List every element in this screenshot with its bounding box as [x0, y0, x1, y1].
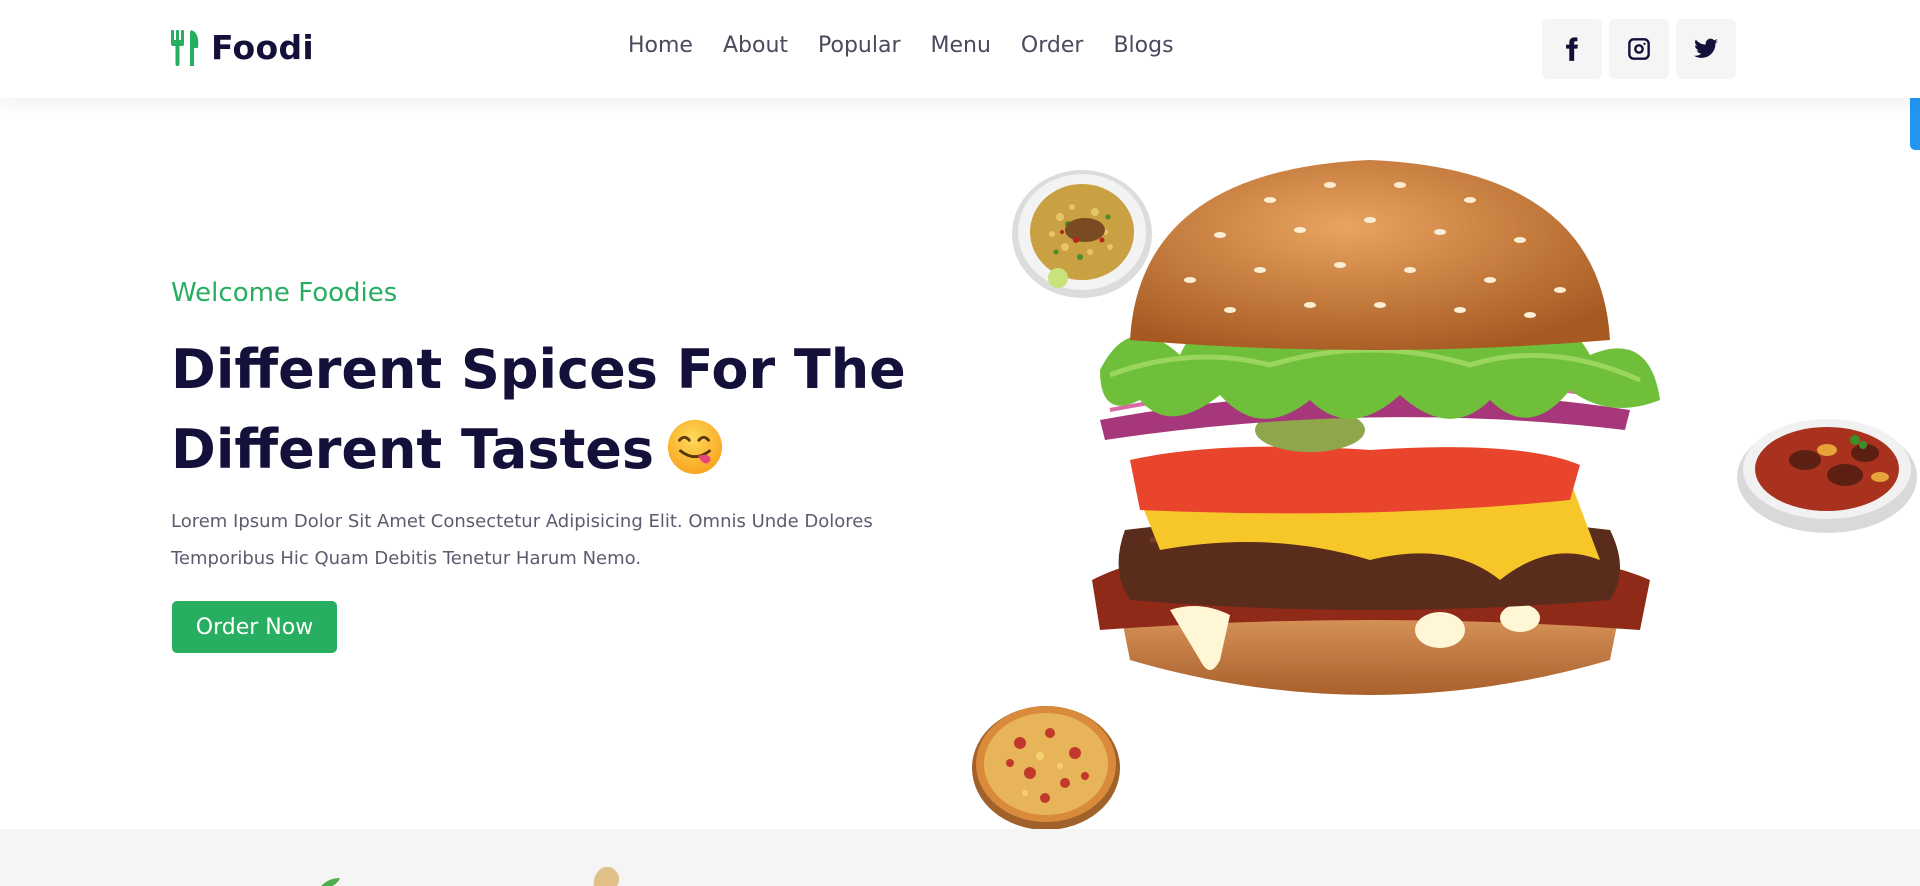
nav-menu[interactable]: Menu — [931, 33, 991, 58]
facebook-button[interactable] — [1542, 19, 1602, 79]
hero-headline: Different Spices For The Different Taste… — [171, 330, 971, 490]
nav-home[interactable]: Home — [628, 33, 693, 58]
twitter-icon — [1694, 38, 1718, 58]
twitter-button[interactable] — [1676, 19, 1736, 79]
site-header: Foodi Home About Popular Menu Order Blog… — [0, 0, 1920, 98]
face-savoring-food-emoji-icon — [667, 419, 723, 475]
drumstick-icon — [593, 866, 620, 886]
nav-popular[interactable]: Popular — [818, 33, 901, 58]
curry-bowl-image — [1737, 419, 1917, 533]
headline-line-2: Different Tastes — [171, 418, 655, 481]
order-now-button[interactable]: Order Now — [172, 601, 337, 653]
burger-image — [1092, 160, 1660, 695]
main-nav: Home About Popular Menu Order Blogs — [628, 33, 1174, 58]
instagram-icon — [1628, 38, 1650, 60]
leaf-icon — [321, 878, 340, 886]
next-section — [0, 829, 1920, 886]
nav-about[interactable]: About — [723, 33, 788, 58]
headline-line-1: Different Spices For The — [171, 338, 906, 401]
utensils-icon — [171, 29, 199, 66]
nav-blogs[interactable]: Blogs — [1113, 33, 1173, 58]
facebook-icon — [1566, 37, 1578, 61]
social-links — [1542, 19, 1736, 79]
instagram-button[interactable] — [1609, 19, 1669, 79]
hero-description: Lorem Ipsum Dolor Sit Amet Consectetur A… — [171, 511, 873, 569]
welcome-text: Welcome Foodies — [171, 278, 398, 308]
brand-name: Foodi — [211, 28, 314, 67]
brand-logo[interactable]: Foodi — [171, 28, 314, 67]
nav-order[interactable]: Order — [1021, 33, 1084, 58]
pizza-image — [972, 706, 1120, 830]
